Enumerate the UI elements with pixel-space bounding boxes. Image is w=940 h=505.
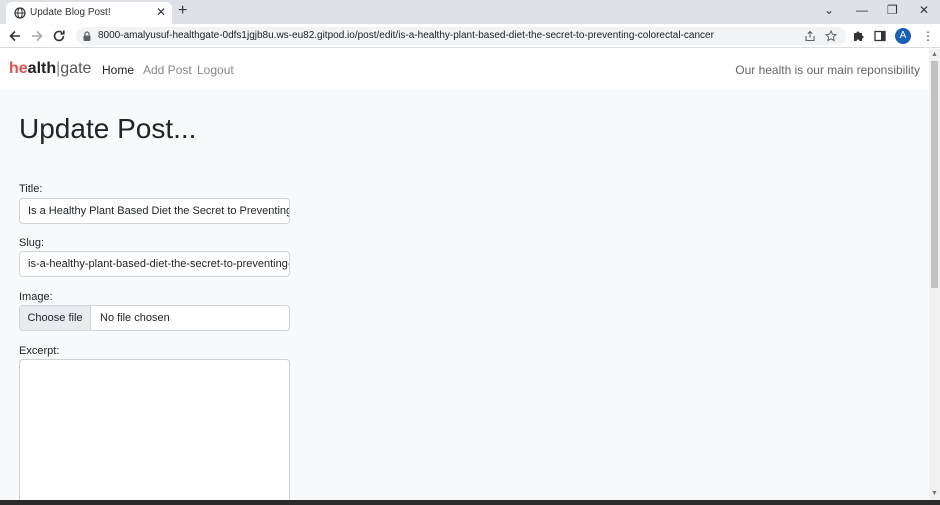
bookmark-star-icon[interactable] bbox=[825, 30, 837, 42]
file-status-text: No file chosen bbox=[100, 312, 170, 324]
tab-close-icon[interactable]: ✕ bbox=[156, 5, 166, 19]
browser-menu-icon[interactable]: ⋮ bbox=[922, 28, 934, 44]
minimize-button[interactable]: — bbox=[856, 3, 868, 17]
title-label: Title: bbox=[19, 183, 43, 195]
image-file-input[interactable]: Choose file No file chosen bbox=[19, 305, 290, 331]
tab-search-icon[interactable]: ⌄ bbox=[824, 3, 834, 17]
globe-icon bbox=[14, 7, 26, 19]
scrollbar-thumb[interactable] bbox=[931, 61, 938, 288]
nav-home-link[interactable]: Home bbox=[102, 63, 134, 77]
browser-toolbar: 8000-amalyusuf-healthgate-0dfs1jgjb8u.ws… bbox=[0, 24, 940, 48]
page-title: Update Post... bbox=[19, 113, 197, 144]
close-window-button[interactable]: ✕ bbox=[919, 3, 929, 17]
page-viewport: health|gate Home Add Post Logout Our hea… bbox=[0, 49, 929, 500]
profile-avatar[interactable]: A bbox=[895, 28, 911, 44]
share-icon[interactable] bbox=[804, 30, 816, 42]
scroll-up-arrow-icon[interactable]: ▲ bbox=[931, 51, 938, 59]
side-panel-icon[interactable] bbox=[873, 29, 887, 43]
url-text[interactable]: 8000-amalyusuf-healthgate-0dfs1jgjb8u.ws… bbox=[98, 30, 714, 41]
tab-title: Update Blog Post! bbox=[30, 7, 111, 18]
address-bar[interactable]: 8000-amalyusuf-healthgate-0dfs1jgjb8u.ws… bbox=[76, 27, 846, 45]
nav-add-post-link[interactable]: Add Post bbox=[143, 63, 192, 77]
slug-input[interactable]: is-a-healthy-plant-based-diet-the-secret… bbox=[19, 251, 290, 277]
scroll-down-arrow-icon[interactable]: ▼ bbox=[931, 490, 938, 498]
choose-file-button[interactable]: Choose file bbox=[20, 306, 91, 330]
browser-tab-strip: Update Blog Post! ✕ + ⌄ — ❐ ✕ bbox=[0, 0, 940, 24]
forward-arrow-icon[interactable] bbox=[29, 28, 45, 44]
extensions-puzzle-icon[interactable] bbox=[851, 29, 865, 43]
site-logo[interactable]: health|gate bbox=[9, 60, 91, 78]
back-arrow-icon[interactable] bbox=[7, 28, 23, 44]
page-scrollbar[interactable]: ▲ ▼ bbox=[929, 49, 940, 500]
restore-button[interactable]: ❐ bbox=[887, 3, 898, 17]
browser-tab[interactable]: Update Blog Post! ✕ bbox=[6, 2, 172, 24]
os-taskbar bbox=[0, 500, 940, 505]
site-tagline: Our health is our main reponsibility bbox=[735, 63, 920, 77]
slug-label: Slug: bbox=[19, 237, 45, 249]
lock-icon[interactable] bbox=[81, 30, 93, 42]
site-navbar: health|gate Home Add Post Logout Our hea… bbox=[0, 49, 929, 90]
new-tab-button[interactable]: + bbox=[178, 1, 187, 21]
title-input[interactable]: Is a Healthy Plant Based Diet the Secret… bbox=[19, 198, 290, 224]
excerpt-label: Excerpt: bbox=[19, 345, 60, 357]
nav-logout-link[interactable]: Logout bbox=[197, 63, 234, 77]
reload-icon[interactable] bbox=[51, 28, 67, 44]
excerpt-textarea[interactable] bbox=[19, 359, 290, 500]
image-label: Image: bbox=[19, 291, 53, 303]
